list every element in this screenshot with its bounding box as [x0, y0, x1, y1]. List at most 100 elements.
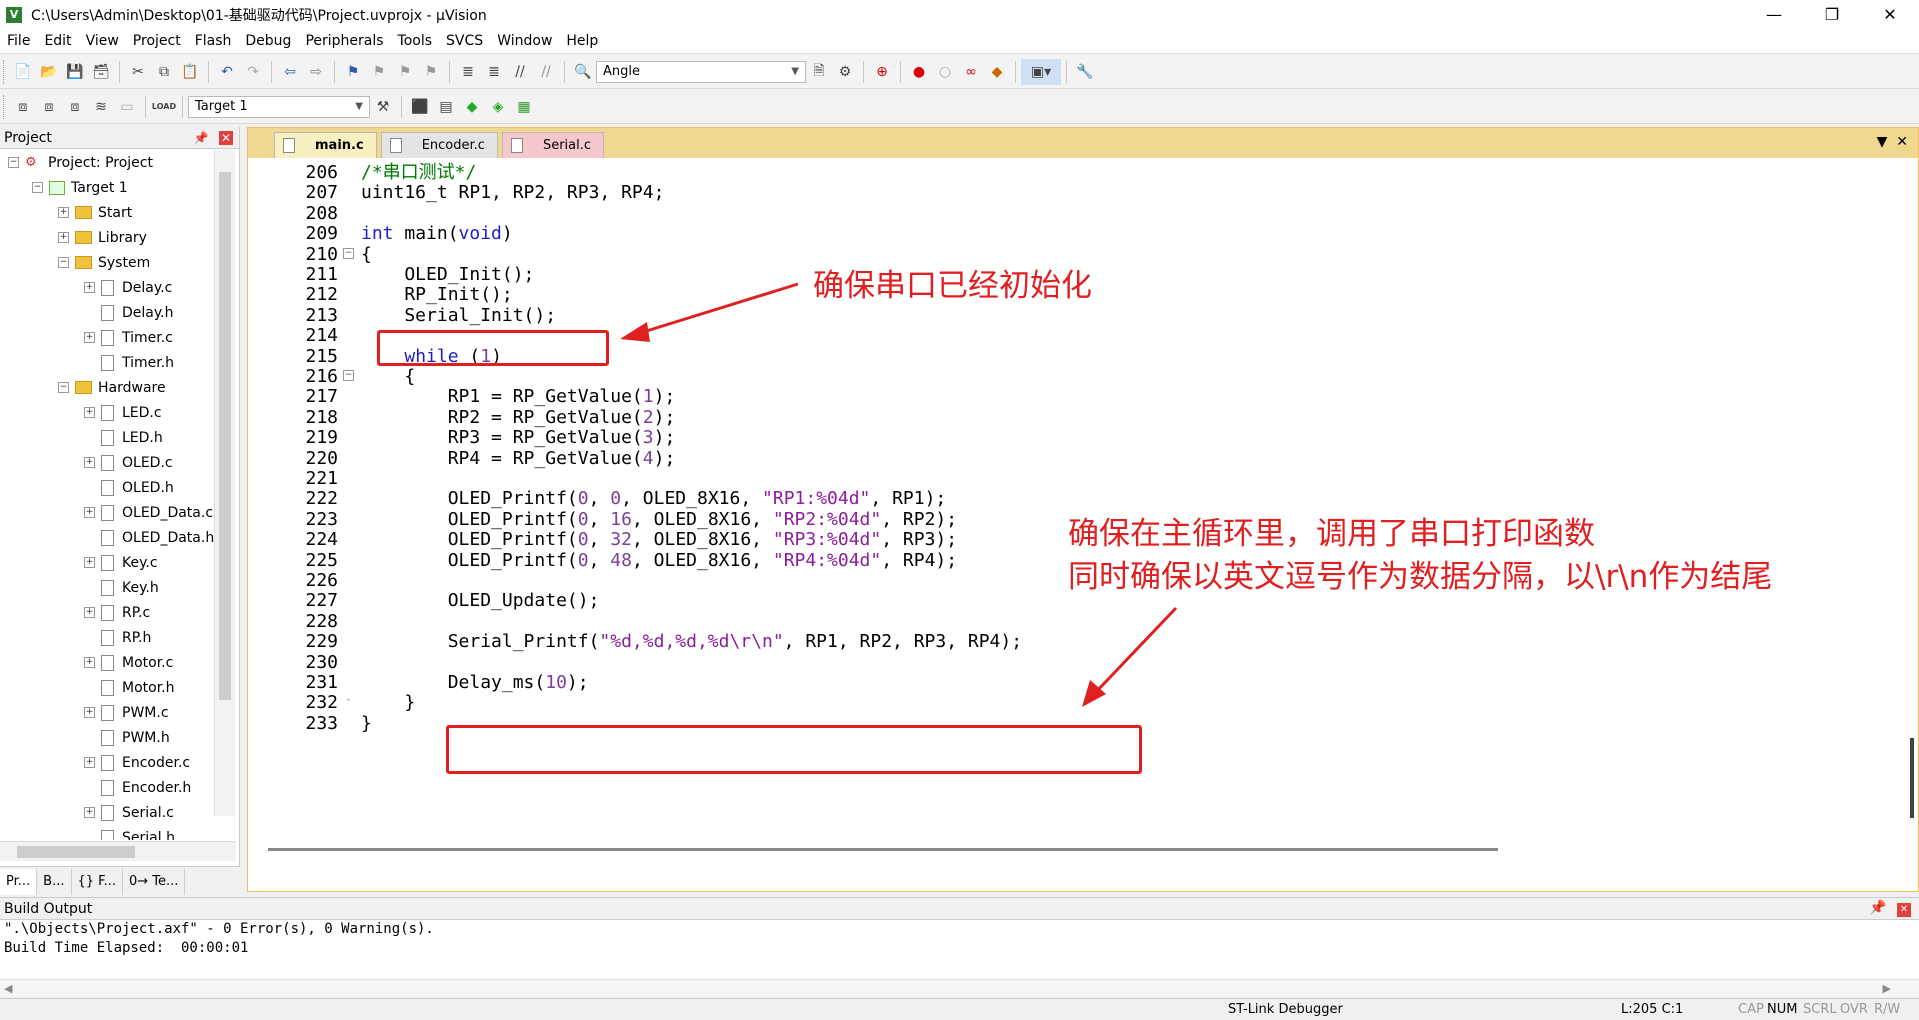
tree-item[interactable]: − Target 1: [0, 175, 214, 200]
menu-view[interactable]: View: [79, 33, 126, 49]
save-all-icon[interactable]: 🗃: [88, 59, 114, 85]
project-tree-vertical-scrollbar[interactable]: [214, 150, 235, 816]
window-layout-icon[interactable]: ▣▾: [1021, 58, 1061, 85]
tree-item[interactable]: Timer.h: [0, 350, 214, 375]
manage-project-items-icon[interactable]: ⬛: [407, 94, 433, 120]
tree-item[interactable]: Key.h: [0, 575, 214, 600]
tree-item[interactable]: OLED_Data.h: [0, 525, 214, 550]
scroll-right-icon[interactable]: ▶: [1883, 982, 1891, 995]
tab-templates[interactable]: 0→ Te...: [123, 868, 186, 895]
pin-icon[interactable]: 📌: [1869, 900, 1886, 916]
tree-item[interactable]: + OLED.c: [0, 450, 214, 475]
cut-icon[interactable]: ✂: [125, 59, 151, 85]
tree-item[interactable]: Delay.h: [0, 300, 214, 325]
tree-item[interactable]: + Serial.c: [0, 800, 214, 825]
software-components-icon[interactable]: ▦: [511, 94, 537, 120]
uncomment-icon[interactable]: //: [533, 59, 559, 85]
pack-installer-icon[interactable]: ◈: [485, 94, 511, 120]
nav-forward-icon[interactable]: ⇨: [303, 59, 329, 85]
tab-project[interactable]: Pr...: [0, 868, 38, 895]
tree-item[interactable]: + Delay.c: [0, 275, 214, 300]
bookmark-next-icon[interactable]: ⚑: [392, 59, 418, 85]
tree-item[interactable]: + PWM.c: [0, 700, 214, 725]
batch-build-icon[interactable]: ≋: [88, 94, 114, 120]
expand-toggle-icon[interactable]: +: [84, 707, 95, 718]
expand-toggle-icon[interactable]: −: [8, 157, 19, 168]
build-icon[interactable]: ⧈: [36, 94, 62, 120]
redo-icon[interactable]: ↷: [240, 59, 266, 85]
nav-back-icon[interactable]: ⇦: [277, 59, 303, 85]
expand-toggle-icon[interactable]: +: [84, 657, 95, 668]
editor-vertical-scrollbar[interactable]: [1910, 738, 1914, 818]
restore-button[interactable]: ❐: [1803, 0, 1861, 29]
tab-functions[interactable]: {} F...: [72, 868, 123, 895]
menu-window[interactable]: Window: [490, 33, 559, 49]
expand-toggle-icon[interactable]: −: [58, 257, 69, 268]
translate-icon[interactable]: ⧈: [10, 94, 36, 120]
tab-books[interactable]: B...: [37, 868, 72, 895]
tree-item[interactable]: − System: [0, 250, 214, 275]
tree-item[interactable]: + RP.c: [0, 600, 214, 625]
tree-item[interactable]: Serial.h: [0, 825, 214, 840]
expand-toggle-icon[interactable]: +: [84, 407, 95, 418]
tree-item[interactable]: + Key.c: [0, 550, 214, 575]
debug-session-icon[interactable]: ⊕: [869, 59, 895, 85]
menu-flash[interactable]: Flash: [188, 33, 239, 49]
tree-item[interactable]: Motor.h: [0, 675, 214, 700]
enable-breakpoint-icon[interactable]: ○: [932, 59, 958, 85]
expand-toggle-icon[interactable]: +: [58, 207, 69, 218]
expand-toggle-icon[interactable]: +: [84, 507, 95, 518]
tree-item[interactable]: Encoder.h: [0, 775, 214, 800]
close-button[interactable]: ✕: [1861, 0, 1919, 29]
target-options-icon[interactable]: ⚒: [370, 94, 396, 120]
tree-item[interactable]: RP.h: [0, 625, 214, 650]
tree-item[interactable]: + Timer.c: [0, 325, 214, 350]
pin-icon[interactable]: 📌: [194, 131, 209, 145]
menu-tools[interactable]: Tools: [391, 33, 440, 49]
tab-encoder-c[interactable]: Encoder.c: [380, 132, 498, 158]
tree-item[interactable]: − ⚙ Project: Project: [0, 150, 214, 175]
menu-svcs[interactable]: SVCS: [439, 33, 490, 49]
find-in-files-icon[interactable]: 🔍: [570, 59, 596, 85]
bookmark-toggle-icon[interactable]: ⚑: [340, 59, 366, 85]
tab-list-icon[interactable]: ▼: [1877, 134, 1888, 150]
expand-toggle-icon[interactable]: +: [84, 557, 95, 568]
tree-item[interactable]: − Hardware: [0, 375, 214, 400]
target-combo[interactable]: Target 1 ▼: [188, 95, 370, 118]
menu-peripherals[interactable]: Peripherals: [298, 33, 390, 49]
kill-breakpoints-icon[interactable]: ◆: [984, 59, 1010, 85]
bookmark-clear-icon[interactable]: ⚑: [418, 59, 444, 85]
expand-toggle-icon[interactable]: −: [58, 382, 69, 393]
build-output-horizontal-scrollbar[interactable]: ◀ ▶: [0, 979, 1919, 997]
comment-icon[interactable]: //: [507, 59, 533, 85]
expand-toggle-icon[interactable]: +: [58, 232, 69, 243]
select-packs-icon[interactable]: ◆: [459, 94, 485, 120]
close-icon[interactable]: ✕: [219, 130, 233, 145]
expand-toggle-icon[interactable]: +: [84, 807, 95, 818]
tree-item[interactable]: + Motor.c: [0, 650, 214, 675]
indent-icon[interactable]: ≣: [455, 59, 481, 85]
menu-edit[interactable]: Edit: [37, 33, 78, 49]
expand-toggle-icon[interactable]: +: [84, 332, 95, 343]
tree-item[interactable]: + Start: [0, 200, 214, 225]
disable-breakpoints-icon[interactable]: ∞: [958, 59, 984, 85]
tree-item[interactable]: PWM.h: [0, 725, 214, 750]
scroll-left-icon[interactable]: ◀: [4, 982, 12, 995]
editor-horizontal-scrollbar[interactable]: [268, 848, 1498, 851]
project-tree-horizontal-scrollbar[interactable]: [0, 841, 236, 861]
close-tab-icon[interactable]: ✕: [1896, 134, 1908, 150]
scroll-thumb[interactable]: [219, 172, 231, 700]
stop-build-icon[interactable]: ▭: [114, 94, 140, 120]
copy-icon[interactable]: ⧉: [151, 59, 177, 85]
close-icon[interactable]: ✕: [1897, 903, 1911, 917]
configure-icon[interactable]: 🔧: [1072, 59, 1098, 85]
expand-toggle-icon[interactable]: +: [84, 282, 95, 293]
minimize-button[interactable]: —: [1745, 0, 1803, 29]
rebuild-icon[interactable]: ⧈: [62, 94, 88, 120]
expand-toggle-icon[interactable]: +: [84, 757, 95, 768]
tree-item[interactable]: LED.h: [0, 425, 214, 450]
new-file-icon[interactable]: 📄: [10, 59, 36, 85]
fold-toggle-icon[interactable]: -: [343, 696, 354, 707]
tree-item[interactable]: + Encoder.c: [0, 750, 214, 775]
scroll-thumb[interactable]: [17, 846, 135, 858]
